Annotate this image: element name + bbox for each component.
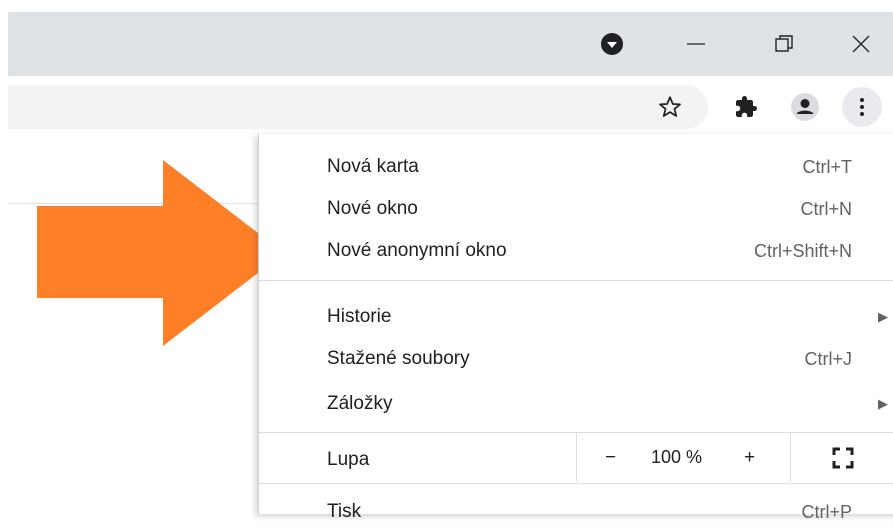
profile-button[interactable] — [785, 87, 825, 127]
close-icon — [852, 35, 870, 53]
menu-item-label: Stažené soubory — [327, 348, 470, 369]
browser-toolbar — [8, 76, 893, 135]
zoom-in-button[interactable]: + — [744, 447, 755, 469]
chevron-down-circle-icon — [601, 33, 623, 55]
menu-item-shortcut: Ctrl+N — [800, 199, 852, 219]
menu-item-shortcut: Ctrl+Shift+N — [753, 241, 852, 261]
menu-item-new-incognito-window[interactable]: Nové anonymní okno Ctrl+Shift+N — [259, 235, 893, 267]
main-menu-button[interactable] — [842, 87, 882, 127]
address-bar[interactable] — [8, 85, 708, 129]
tab-search-button[interactable] — [584, 12, 640, 76]
submenu-arrow-icon: ▶ — [878, 309, 888, 324]
menu-separator — [259, 280, 893, 281]
close-button[interactable] — [829, 12, 893, 76]
menu-item-history[interactable]: Historie ▶ — [259, 301, 893, 333]
menu-item-label: Nové anonymní okno — [327, 240, 507, 261]
puzzle-icon — [736, 96, 757, 117]
zoom-level: 100 % — [651, 447, 703, 467]
chrome-main-menu: Nová karta Ctrl+T Nové okno Ctrl+N Nové … — [258, 134, 893, 522]
person-icon — [791, 93, 819, 121]
menu-item-downloads[interactable]: Stažené soubory Ctrl+J — [259, 343, 893, 375]
fullscreen-button[interactable] — [790, 433, 893, 482]
restore-icon — [775, 35, 793, 52]
menu-item-bookmarks[interactable]: Záložky ▶ — [259, 388, 893, 420]
more-vertical-icon — [860, 98, 864, 116]
zoom-out-button[interactable]: − — [605, 447, 616, 469]
menu-item-shortcut: Ctrl+J — [804, 349, 852, 369]
restore-button[interactable] — [752, 12, 816, 76]
menu-item-label: Nová karta — [327, 156, 419, 177]
submenu-arrow-icon: ▶ — [878, 396, 888, 411]
menu-item-label: Nové okno — [327, 198, 418, 219]
menu-item-shortcut: Ctrl+T — [802, 157, 853, 177]
title-bar — [8, 12, 893, 76]
minimize-button[interactable] — [664, 12, 728, 76]
menu-separator — [259, 483, 893, 484]
minimize-icon — [687, 43, 705, 45]
menu-item-label: Historie — [327, 306, 392, 327]
zoom-controls: − 100 % + — [576, 433, 790, 482]
extensions-button[interactable] — [726, 87, 766, 127]
menu-item-label: Tisk — [327, 501, 362, 522]
menu-item-label: Záložky — [327, 393, 393, 414]
fullscreen-icon — [832, 447, 854, 468]
menu-item-new-tab[interactable]: Nová karta Ctrl+T — [259, 151, 893, 183]
menu-item-print[interactable]: Tisk Ctrl+P — [259, 496, 893, 528]
menu-item-shortcut: Ctrl+P — [801, 502, 852, 522]
orange-arrow-annotation — [37, 160, 284, 346]
star-icon — [659, 96, 681, 117]
bookmark-star-button[interactable] — [650, 87, 690, 127]
zoom-label: Lupa — [327, 449, 370, 470]
menu-item-new-window[interactable]: Nové okno Ctrl+N — [259, 193, 893, 225]
